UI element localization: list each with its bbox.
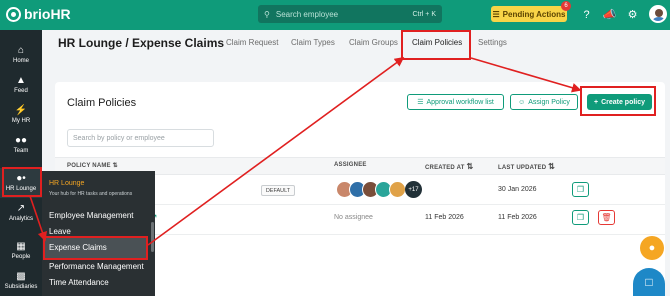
flyout-item-leave[interactable]: Leave (49, 227, 71, 236)
annotation-box-create-policy (580, 86, 656, 116)
column-label: LAST UPDATED (498, 165, 547, 171)
user-avatar[interactable] (649, 5, 667, 23)
search-placeholder: Search employee (275, 9, 339, 19)
pending-actions-label: Pending Actions (502, 9, 566, 19)
sidebar-item-label: My HR (11, 118, 31, 124)
assignee-avatar (389, 181, 406, 198)
sidebar-item-home[interactable]: ⌂ Home (0, 40, 42, 70)
column-label: POLICY NAME (67, 163, 111, 169)
policy-search-placeholder: Search by policy or employee (73, 134, 165, 142)
column-header-assignee: ASSIGNEE (334, 162, 367, 168)
copy-icon[interactable]: ❐ (572, 210, 589, 225)
flyout-item-time-attendance[interactable]: Time Attendance (49, 278, 109, 287)
bolt-icon: ⚡ (14, 105, 28, 116)
sidebar-item-people[interactable]: ▦ People (0, 236, 42, 266)
column-header-created-at[interactable]: CREATED AT ⇅ (425, 162, 473, 171)
chat-icon: □ (645, 275, 653, 289)
sidebar-item-team[interactable]: ●● Team (0, 130, 42, 160)
people-icon: ▦ (16, 241, 26, 252)
annotation-box-expense-claims (43, 236, 148, 260)
list-icon: ☰ (492, 9, 500, 19)
flyout-scrollbar[interactable] (151, 222, 154, 252)
assignee-cell: No assignee (334, 214, 373, 221)
list-icon: ☰ (417, 99, 424, 106)
sidebar-item-label: Analytics (8, 216, 33, 222)
flyout-item-performance-management[interactable]: Performance Management (49, 262, 144, 271)
last-updated-cell: 30 Jan 2026 (498, 186, 537, 193)
tab-claim-request[interactable]: Claim Request (226, 38, 278, 47)
sidebar-item-subsidiaries[interactable]: ▩ Subsidiaries (0, 266, 42, 296)
megaphone-icon: ▲ (16, 75, 26, 86)
created-at-cell: 11 Feb 2026 (425, 214, 464, 221)
user-icon: ☺ (518, 98, 526, 106)
profile-fab-button[interactable]: ● (640, 236, 664, 260)
sort-icon: ⇅ (112, 163, 118, 169)
user-icon: ● (648, 242, 656, 254)
search-icon: ⚲ (264, 9, 270, 19)
sidebar-item-feed[interactable]: ▲ Feed (0, 70, 42, 100)
breadcrumb: HR Lounge / Expense Claims (58, 36, 225, 50)
tab-claim-groups[interactable]: Claim Groups (349, 38, 398, 47)
last-updated-cell: 11 Feb 2026 (498, 214, 537, 221)
building-icon: ▩ (16, 271, 26, 282)
gear-icon[interactable]: ⚙ (626, 8, 639, 21)
sidebar-item-label: Home (12, 58, 29, 64)
assign-policy-label: Assign Policy (528, 98, 570, 106)
tab-settings[interactable]: Settings (478, 38, 507, 47)
home-icon: ⌂ (17, 45, 25, 56)
sidebar-item-label: Subsidiaries (4, 284, 38, 290)
sidebar-item-my-hr[interactable]: ⚡ My HR (0, 100, 42, 130)
brand-logo[interactable]: brioHR (6, 6, 71, 22)
team-icon: ●● (14, 135, 28, 146)
annotation-box-claim-policies-tab (401, 30, 471, 60)
chat-button[interactable]: □ (633, 268, 665, 296)
search-shortcut: Ctrl + K (412, 10, 436, 18)
more-assignees-badge[interactable]: +17 (405, 181, 422, 198)
page-title: Claim Policies (67, 97, 137, 109)
copy-icon[interactable]: ❐ (572, 182, 589, 197)
megaphone-icon[interactable]: 📣 (603, 8, 617, 21)
sort-icon: ⇅ (548, 162, 556, 171)
default-badge: DEFAULT (261, 185, 295, 196)
policy-search-input[interactable]: Search by policy or employee (67, 129, 214, 147)
logo-text: brioHR (24, 6, 71, 22)
column-label: CREATED AT (425, 165, 465, 171)
sidebar-item-label: Feed (14, 88, 28, 94)
assign-policy-button[interactable]: ☺ Assign Policy (510, 94, 578, 110)
approval-workflow-label: Approval workflow list (426, 98, 494, 106)
sidebar-item-label: People (11, 254, 31, 260)
flyout-item-employee-management[interactable]: Employee Management (49, 211, 134, 220)
employee-search-input[interactable]: ⚲ Search employee Ctrl + K (258, 5, 442, 23)
flyout-title: HR Lounge (49, 180, 85, 187)
column-header-policy-name[interactable]: POLICY NAME ⇅ (67, 162, 118, 169)
delete-icon[interactable]: 🗑 (598, 210, 615, 225)
sidebar-item-analytics[interactable]: ↗ Analytics (0, 198, 42, 228)
pending-actions-button[interactable]: ☰ Pending Actions (491, 6, 567, 22)
chart-icon: ↗ (16, 203, 26, 214)
flyout-subtitle: Your hub for HR tasks and operations (49, 191, 133, 197)
logo-icon (6, 6, 21, 22)
column-header-last-updated[interactable]: LAST UPDATED ⇅ (498, 162, 555, 171)
annotation-box-hr-lounge (2, 167, 42, 197)
help-icon[interactable]: ? (580, 8, 593, 21)
tab-claim-types[interactable]: Claim Types (291, 38, 335, 47)
pending-count-badge: 6 (561, 1, 571, 11)
approval-workflow-list-button[interactable]: ☰ Approval workflow list (407, 94, 504, 110)
sidebar-item-label: Team (13, 148, 29, 154)
sort-icon: ⇅ (466, 162, 474, 171)
